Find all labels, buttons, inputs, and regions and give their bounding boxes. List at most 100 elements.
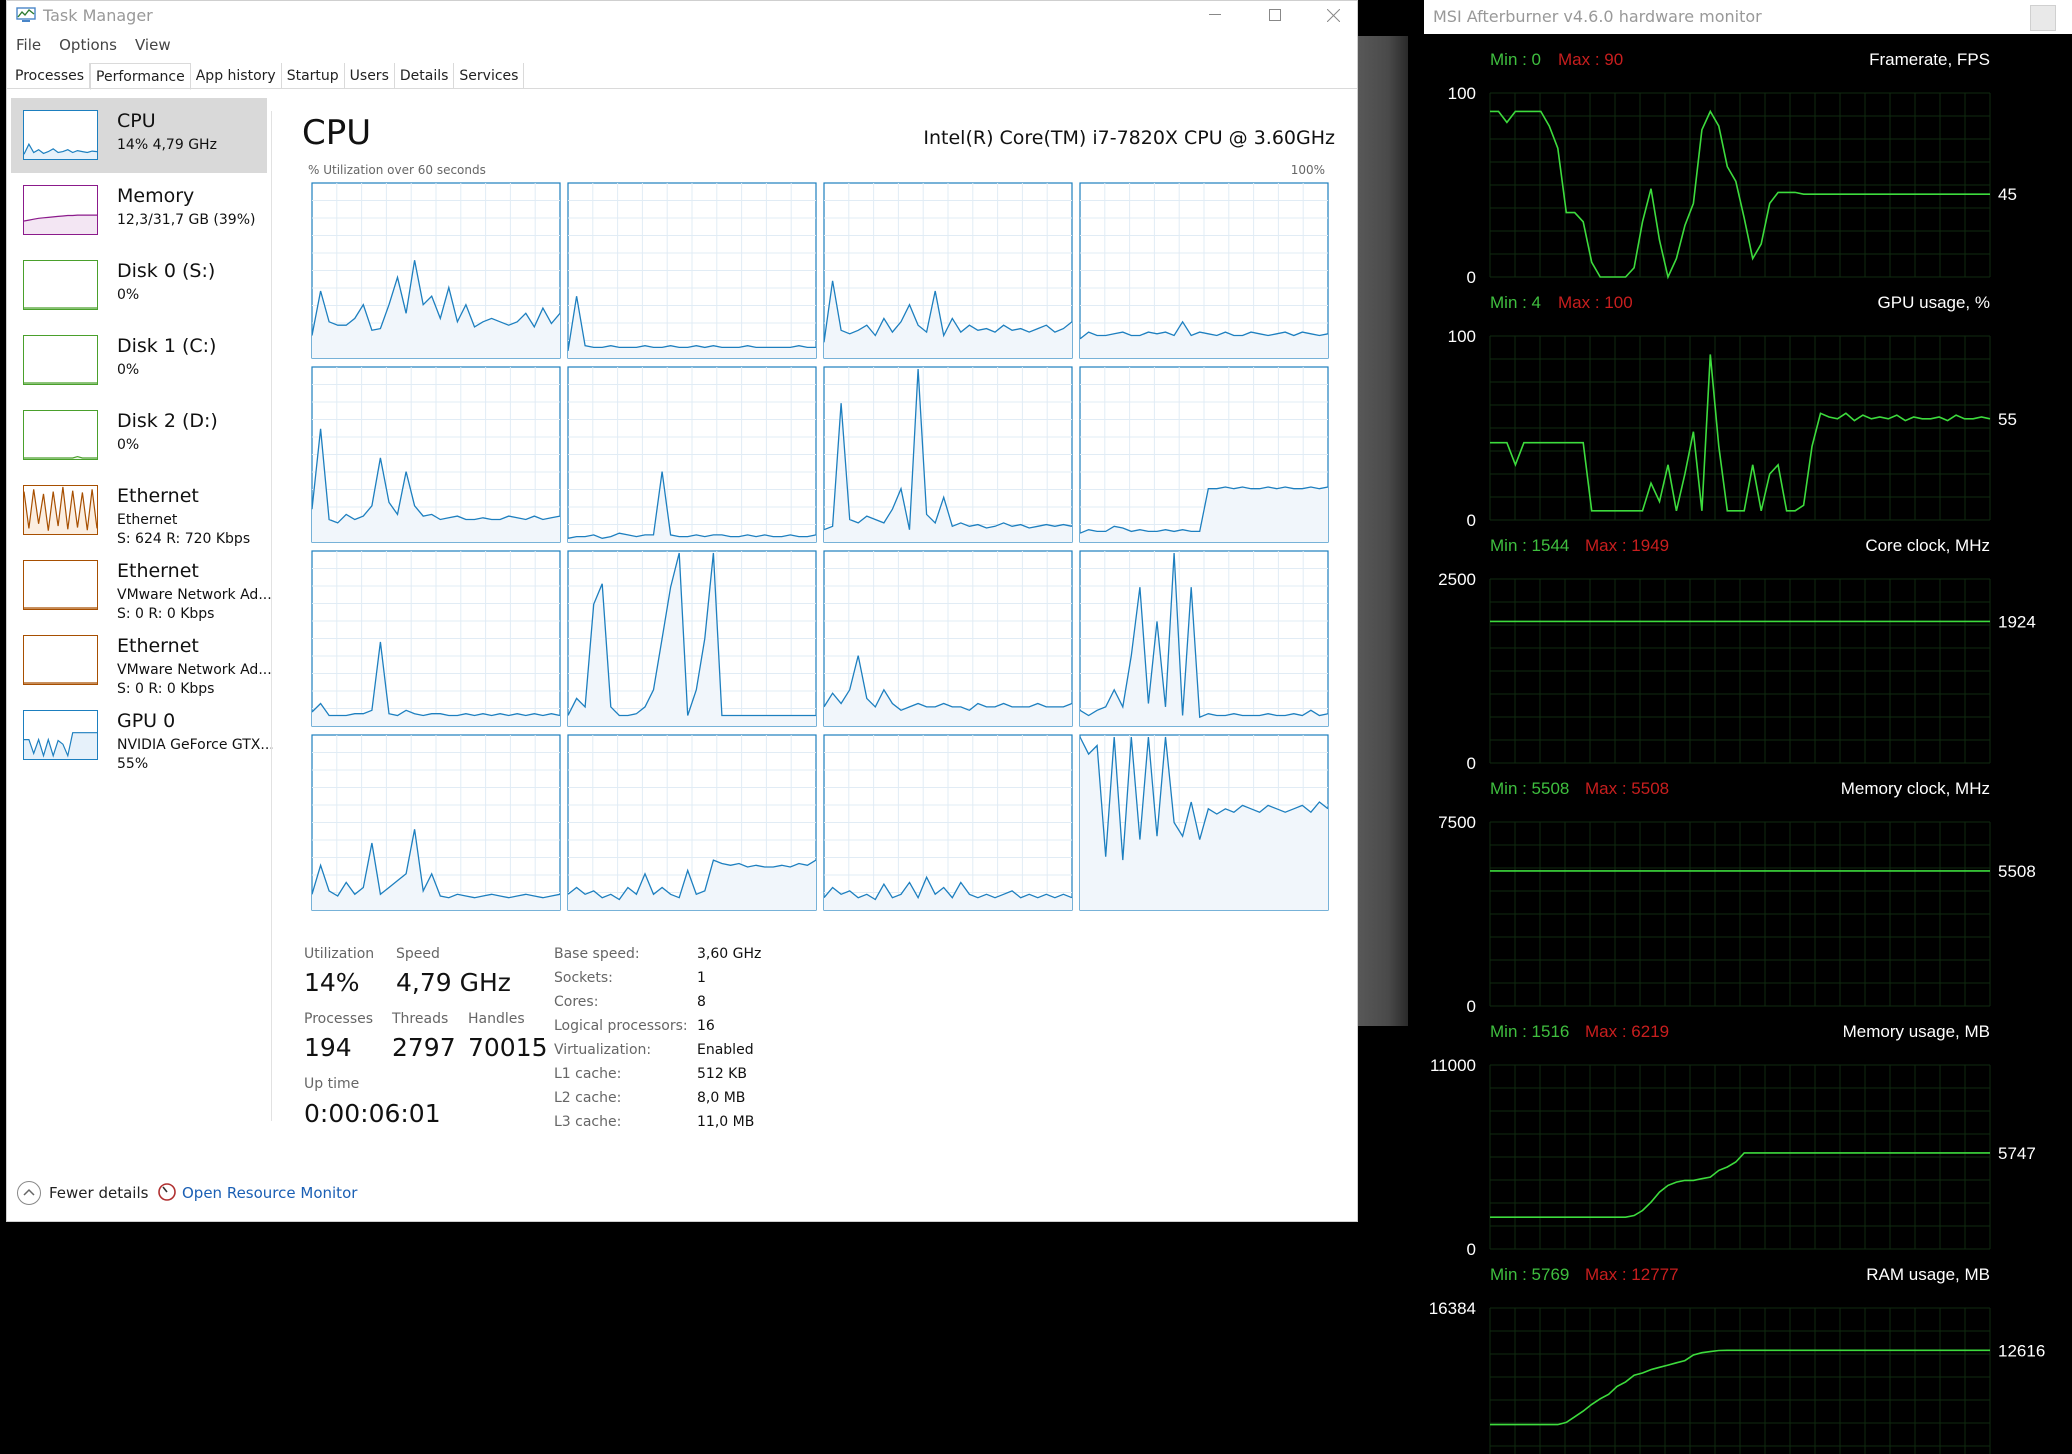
minimize-button[interactable]	[1185, 1, 1245, 29]
graph-title: GPU usage, %	[1878, 293, 1990, 312]
graph-min-label: Min : 5769	[1490, 1265, 1569, 1284]
sidebar-item-rate: S: 0 R: 0 Kbps	[117, 681, 215, 697]
close-button[interactable]	[1303, 1, 1357, 29]
menu-view[interactable]: View	[135, 36, 171, 54]
graph-title: Core clock, MHz	[1865, 536, 1990, 555]
spec-value: 512 KB	[697, 1066, 747, 1082]
sidebar-item-rate: S: 624 R: 720 Kbps	[117, 531, 251, 547]
sidebar-item-disk-2-d[interactable]: Disk 2 (D:) 0%	[11, 398, 267, 473]
performance-sidebar: CPU 14% 4,79 GHz Memory 12,3/31,7 GB (39%) D…	[7, 98, 274, 773]
graph-current-value: 5747	[1998, 1144, 2036, 1163]
sidebar-item-cpu[interactable]: CPU 14% 4,79 GHz	[11, 98, 267, 173]
sidebar-item-memory[interactable]: Memory 12,3/31,7 GB (39%)	[11, 173, 267, 248]
logical-processor-graph-7	[1079, 366, 1329, 543]
spec-label: Virtualization:	[554, 1042, 652, 1058]
sidebar-item-ethernet-3[interactable]: Ethernet VMware Network Ad... S: 0 R: 0 Kb…	[11, 623, 272, 698]
tab-performance[interactable]: Performance	[90, 63, 191, 90]
tab-strip: Processes Performance App history Startu…	[10, 63, 525, 90]
sidebar-item-name: Disk 2 (D:)	[117, 410, 218, 432]
tab-details[interactable]: Details	[394, 63, 455, 89]
processes-value: 194	[304, 1033, 352, 1062]
spec-label: Cores:	[554, 994, 599, 1010]
afterburner-graph-1: Min : 4 Max : 100 GPU usage, % 100 0 55	[1448, 293, 2017, 530]
task-manager-icon	[16, 7, 36, 23]
threads-label: Threads	[392, 1011, 449, 1027]
sidebar-item-detail: 14% 4,79 GHz	[117, 137, 217, 153]
uptime-value: 0:00:06:01	[304, 1099, 441, 1128]
afterburner-graph-2: Min : 1544 Max : 1949 Core clock, MHz 2500 0…	[1438, 536, 2036, 773]
sidebar-item-detail: 12,3/31,7 GB (39%)	[117, 212, 256, 228]
sidebar-item-detail: VMware Network Ad...	[117, 662, 272, 678]
spec-value: 3,60 GHz	[697, 946, 762, 962]
graph-current-value: 12616	[1998, 1341, 2045, 1360]
graph-current-value: 5508	[1998, 862, 2036, 881]
menu-options[interactable]: Options	[59, 36, 117, 54]
logical-processor-graph-15	[1079, 734, 1329, 911]
graph-current-value: 55	[1998, 410, 2017, 429]
tab-users[interactable]: Users	[344, 63, 395, 89]
spec-value: 11,0 MB	[697, 1114, 755, 1130]
handles-label: Handles	[468, 1011, 525, 1027]
logical-processor-graph-13	[567, 734, 817, 911]
spec-value: Enabled	[697, 1042, 754, 1058]
task-manager-window: Task Manager File Options View Processes…	[6, 0, 1358, 1222]
chevron-up-icon[interactable]	[17, 1181, 41, 1205]
sidebar-item-disk-0-s[interactable]: Disk 0 (S:) 0%	[11, 248, 267, 323]
graph-axis-top: 2500	[1438, 570, 1476, 589]
sidebar-item-name: CPU	[117, 110, 156, 132]
fewer-details-button[interactable]: Fewer details	[49, 1184, 148, 1202]
graph-min-label: Min : 1544	[1490, 536, 1569, 555]
graph-axis-top: 100	[1448, 327, 1476, 346]
graph-title: Memory usage, MB	[1843, 1022, 1990, 1041]
afterburner-graph-3: Min : 5508 Max : 5508 Memory clock, MHz 750…	[1438, 779, 2036, 1016]
sidebar-item-disk-1-c[interactable]: Disk 1 (C:) 0%	[11, 323, 267, 398]
graph-max-label: Max : 100	[1558, 293, 1633, 312]
sidebar-item-detail: 0%	[117, 362, 140, 378]
graph-title: RAM usage, MB	[1866, 1265, 1990, 1284]
afterburner-close-button[interactable]	[2030, 5, 2056, 31]
logical-processor-graph-3	[1079, 182, 1329, 359]
tab-app-history[interactable]: App history	[190, 63, 282, 89]
cpu-model-name: Intel(R) Core(TM) i7-7820X CPU @ 3.60GHz	[923, 127, 1335, 149]
utilization-value: 14%	[304, 968, 360, 997]
sidebar-item-ethernet-2[interactable]: Ethernet VMware Network Ad... S: 0 R: 0 Kb…	[11, 548, 272, 623]
logical-processor-graph-6	[823, 366, 1073, 543]
sidebar-item-rate: S: 0 R: 0 Kbps	[117, 606, 215, 622]
sidebar-item-gpu-0[interactable]: GPU 0 NVIDIA GeForce GTX... 55%	[11, 698, 274, 773]
logical-processor-graph-0	[311, 182, 561, 359]
afterburner-graph-4: Min : 1516 Max : 6219 Memory usage, MB 1100…	[1430, 1022, 2036, 1259]
sidebar-item-name: Disk 0 (S:)	[117, 260, 216, 282]
speed-value: 4,79 GHz	[396, 968, 511, 997]
afterburner-graph-5: Min : 5769 Max : 12777 RAM usage, MB 16384 1…	[1429, 1265, 2045, 1454]
resource-monitor-icon[interactable]	[157, 1182, 177, 1202]
sidebar-item-name: Ethernet	[117, 560, 199, 582]
sidebar-item-detail: Ethernet	[117, 512, 178, 528]
tab-services[interactable]: Services	[454, 63, 525, 89]
open-resource-monitor-link[interactable]: Open Resource Monitor	[182, 1184, 357, 1202]
uptime-label: Up time	[304, 1076, 360, 1092]
graph-axis-bottom: 0	[1467, 511, 1476, 530]
sidebar-thumbnail-graph	[23, 635, 98, 685]
tab-startup[interactable]: Startup	[281, 63, 345, 89]
spec-value: 1	[697, 970, 706, 986]
page-title: CPU	[302, 113, 372, 153]
tab-processes[interactable]: Processes	[10, 63, 91, 89]
sidebar-item-name: Disk 1 (C:)	[117, 335, 217, 357]
spec-label: Sockets:	[554, 970, 613, 986]
sidebar-item-ethernet-1[interactable]: Ethernet Ethernet S: 624 R: 720 Kbps	[11, 473, 267, 548]
maximize-button[interactable]	[1245, 1, 1305, 29]
menu-file[interactable]: File	[16, 36, 41, 54]
spec-label: Base speed:	[554, 946, 640, 962]
logical-processor-graph-12	[311, 734, 561, 911]
sidebar-item-rate: 55%	[117, 756, 149, 772]
graph-title: Memory clock, MHz	[1841, 779, 1990, 798]
background-window-edge	[1358, 36, 1408, 1026]
afterburner-title-bar: MSI Afterburner v4.6.0 hardware monitor	[1424, 0, 2072, 34]
sidebar-item-name: Ethernet	[117, 635, 199, 657]
tab-divider	[7, 88, 1357, 89]
spec-value: 8,0 MB	[697, 1090, 746, 1106]
graph-axis-bottom: 0	[1467, 997, 1476, 1016]
spec-value: 8	[697, 994, 706, 1010]
graph-min-label: Min : 4	[1490, 293, 1541, 312]
sidebar-thumbnail-graph	[23, 335, 98, 385]
